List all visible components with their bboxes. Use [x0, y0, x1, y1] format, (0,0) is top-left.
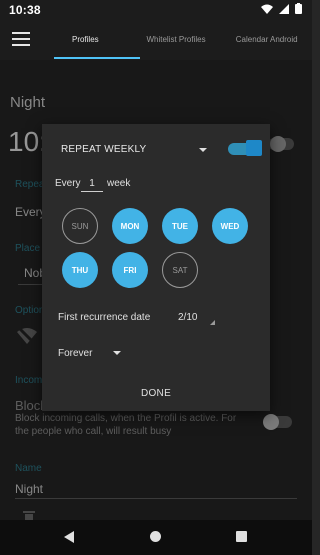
first-recurrence-label: First recurrence date — [58, 312, 151, 323]
tab-whitelist-profiles[interactable]: Whitelist Profiles — [131, 20, 222, 60]
day-fri-toggle[interactable]: FRI — [112, 252, 148, 288]
repeat-switch-thumb — [246, 140, 262, 156]
chevron-down-icon[interactable] — [113, 351, 121, 355]
battery-icon — [295, 3, 302, 14]
tab-calendar-android[interactable]: Calendar Android — [221, 20, 312, 60]
repeat-weekly-dialog: REPEAT WEEKLY Every 1 week SUN MON TUE W… — [42, 124, 270, 411]
day-mon-toggle[interactable]: MON — [112, 208, 148, 244]
day-thu-toggle[interactable]: THU — [62, 252, 98, 288]
status-bar: 10:38 — [0, 0, 312, 20]
recent-apps-icon[interactable] — [236, 531, 247, 542]
day-tue-toggle[interactable]: TUE — [162, 208, 198, 244]
tab-indicator — [54, 57, 140, 59]
app-bar: Profiles Whitelist Profiles Calendar And… — [0, 20, 312, 60]
day-sat-toggle[interactable]: SAT — [162, 252, 198, 288]
wifi-icon — [261, 4, 273, 14]
back-icon[interactable] — [64, 531, 74, 543]
interval-input[interactable]: 1 — [81, 178, 103, 192]
signal-icon — [279, 3, 289, 14]
tab-bar: Profiles Whitelist Profiles Calendar And… — [40, 20, 312, 60]
first-recurrence-date-picker[interactable]: 2/10 — [178, 312, 197, 323]
status-time: 10:38 — [9, 3, 41, 17]
chevron-down-icon[interactable] — [199, 148, 207, 152]
home-icon[interactable] — [150, 531, 161, 542]
system-nav-bar — [0, 520, 312, 555]
repeat-frequency-select[interactable]: REPEAT WEEKLY — [61, 144, 146, 155]
done-button[interactable]: DONE — [42, 388, 270, 399]
every-label: Every — [55, 178, 81, 189]
end-condition-select[interactable]: Forever — [58, 348, 92, 359]
interval-unit-label: week — [107, 178, 131, 189]
menu-icon[interactable] — [12, 32, 30, 46]
day-wed-toggle[interactable]: WED — [212, 208, 248, 244]
day-sun-toggle[interactable]: SUN — [62, 208, 98, 244]
tab-profiles[interactable]: Profiles — [40, 20, 131, 60]
spinner-corner-icon — [210, 320, 215, 325]
